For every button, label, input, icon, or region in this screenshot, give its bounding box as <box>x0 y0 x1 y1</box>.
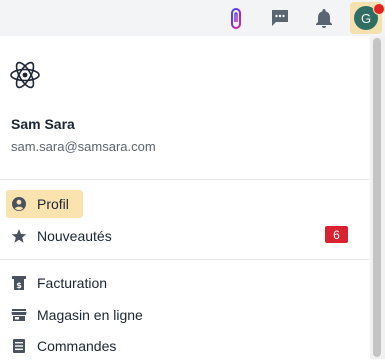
avatar-button[interactable]: G <box>350 2 385 34</box>
paperclip-icon[interactable] <box>224 6 248 30</box>
menu-item-facturation[interactable]: $ Facturation <box>6 269 107 297</box>
atom-icon <box>8 58 42 92</box>
user-email: sam.sara@samsara.com <box>11 139 156 154</box>
user-name: Sam Sara <box>11 116 75 132</box>
svg-text:$: $ <box>16 281 22 290</box>
star-icon <box>11 228 27 244</box>
scrollbar-thumb[interactable] <box>373 38 381 357</box>
notification-dot <box>373 3 385 15</box>
menu-item-magasin[interactable]: Magasin en ligne <box>6 301 143 329</box>
chat-icon[interactable] <box>268 6 292 30</box>
user-circle-icon <box>11 196 27 212</box>
divider <box>0 259 369 260</box>
news-count-badge: 6 <box>325 226 348 243</box>
bell-icon[interactable] <box>312 6 336 30</box>
menu-item-label: Profil <box>37 196 69 212</box>
menu-item-label: Nouveautés <box>37 228 112 244</box>
top-bar: G <box>0 0 385 36</box>
invoice-icon: $ <box>11 275 27 291</box>
menu-item-label: Commandes <box>37 338 117 354</box>
divider <box>0 179 369 180</box>
menu-item-commandes[interactable]: Commandes <box>6 332 116 360</box>
user-menu-panel: Sam Sara sam.sara@samsara.com Profil Nou… <box>0 36 369 359</box>
menu-item-nouveautes[interactable]: Nouveautés <box>6 222 112 250</box>
menu-item-label: Magasin en ligne <box>37 307 143 323</box>
menu-item-label: Facturation <box>37 275 108 291</box>
menu-item-profil[interactable]: Profil <box>6 190 83 218</box>
orders-icon <box>11 338 27 354</box>
scrollbar[interactable] <box>370 36 385 359</box>
store-icon <box>11 307 27 323</box>
